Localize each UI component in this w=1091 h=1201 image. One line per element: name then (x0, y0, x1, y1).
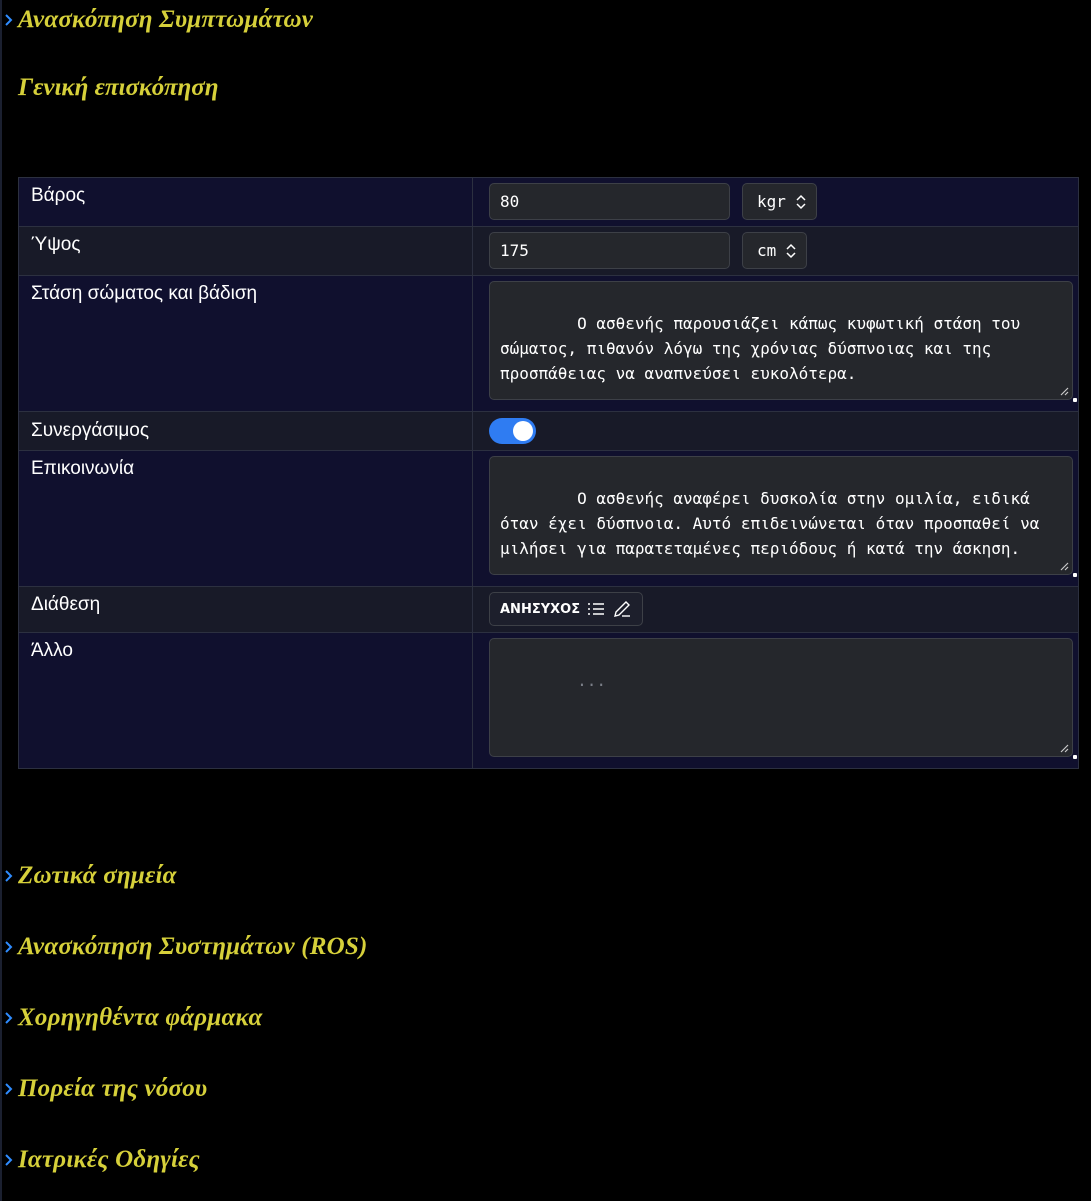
section-symptoms-review[interactable]: Ανασκόπηση Συμπτωμάτων (0, 0, 313, 40)
mood-row: Διάθεση ΑΝΗΣΥΧΟΣ (18, 586, 1079, 633)
resize-dot (1073, 573, 1077, 577)
section-vitals[interactable]: Ζωτικά σημεία (0, 856, 177, 896)
toggle-knob (513, 421, 533, 441)
weight-unit-select[interactable]: kgr (742, 183, 817, 220)
height-row: Ύψος 175 cm (18, 226, 1079, 276)
resize-dot (1073, 398, 1077, 402)
section-medical-instructions[interactable]: Ιατρικές Οδηγίες (0, 1140, 200, 1180)
select-arrows-icon (786, 243, 796, 258)
mood-label: Διάθεση (18, 586, 473, 633)
section-title: Ανασκόπηση Συμπτωμάτων (18, 6, 314, 33)
communication-textarea[interactable]: Ο ασθενής αναφέρει δυσκολία στην ομιλία,… (489, 456, 1073, 575)
section-title: Πορεία της νόσου (18, 1075, 208, 1102)
height-label: Ύψος (18, 226, 473, 276)
height-unit-select[interactable]: cm (742, 232, 808, 269)
section-title: Ζωτικά σημεία (18, 862, 177, 889)
list-icon[interactable] (586, 599, 606, 619)
resize-handle-icon[interactable] (1059, 561, 1069, 571)
resize-dot (1073, 755, 1077, 759)
communication-row: Επικοινωνία Ο ασθενής αναφέρει δυσκολία … (18, 450, 1079, 587)
chevron-right-icon (0, 998, 18, 1038)
select-arrows-icon (796, 194, 806, 209)
posture-row: Στάση σώματος και βάδιση Ο ασθενής παρου… (18, 275, 1079, 412)
posture-label: Στάση σώματος και βάδιση (18, 275, 473, 412)
general-overview-heading: Γενική επισκόπηση (18, 74, 219, 101)
resize-handle-icon[interactable] (1059, 386, 1069, 396)
chevron-right-icon (0, 927, 18, 967)
resize-handle-icon[interactable] (1059, 743, 1069, 753)
cooperative-row: Συνεργάσιμος (18, 411, 1079, 451)
section-medications[interactable]: Χορηγηθέντα φάρμακα (0, 998, 263, 1038)
posture-text: Ο ασθενής παρουσιάζει κάπως κυφωτική στά… (500, 314, 1030, 383)
general-overview-form: Βάρος 80 kgr Ύψος 175 cm Στάση σώματος κ… (18, 177, 1079, 769)
section-ros[interactable]: Ανασκόπηση Συστημάτων (ROS) (0, 927, 368, 967)
section-title: Ανασκόπηση Συστημάτων (ROS) (18, 933, 368, 960)
section-title: Χορηγηθέντα φάρμακα (18, 1004, 263, 1031)
communication-text: Ο ασθενής αναφέρει δυσκολία στην ομιλία,… (500, 489, 1050, 558)
mood-selector[interactable]: ΑΝΗΣΥΧΟΣ (489, 592, 644, 626)
weight-label: Βάρος (18, 177, 473, 227)
weight-row: Βάρος 80 kgr (18, 177, 1079, 227)
other-label: Άλλο (18, 632, 473, 769)
weight-unit-value: kgr (757, 192, 786, 211)
communication-label: Επικοινωνία (18, 450, 473, 587)
cooperative-toggle[interactable] (489, 418, 536, 444)
pencil-icon[interactable] (612, 599, 632, 619)
chevron-right-icon (0, 1069, 18, 1109)
height-input[interactable]: 175 (489, 232, 730, 269)
cooperative-label: Συνεργάσιμος (18, 411, 473, 451)
other-textarea[interactable]: ... (489, 638, 1073, 757)
other-placeholder: ... (577, 671, 606, 690)
chevron-right-icon (0, 0, 18, 40)
chevron-right-icon (0, 1140, 18, 1180)
other-row: Άλλο ... (18, 632, 1079, 769)
posture-textarea[interactable]: Ο ασθενής παρουσιάζει κάπως κυφωτική στά… (489, 281, 1073, 400)
mood-value: ΑΝΗΣΥΧΟΣ (500, 601, 581, 617)
section-title: Ιατρικές Οδηγίες (18, 1146, 200, 1173)
weight-input[interactable]: 80 (489, 183, 730, 220)
section-disease-course[interactable]: Πορεία της νόσου (0, 1069, 207, 1109)
chevron-right-icon (0, 856, 18, 896)
height-unit-value: cm (757, 241, 777, 260)
